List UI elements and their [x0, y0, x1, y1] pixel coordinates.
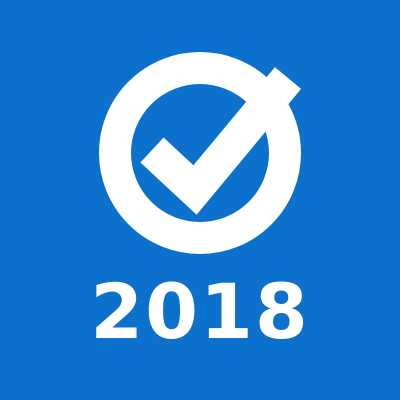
app-icon: 2018	[0, 0, 400, 400]
year-label: 2018	[90, 267, 310, 356]
